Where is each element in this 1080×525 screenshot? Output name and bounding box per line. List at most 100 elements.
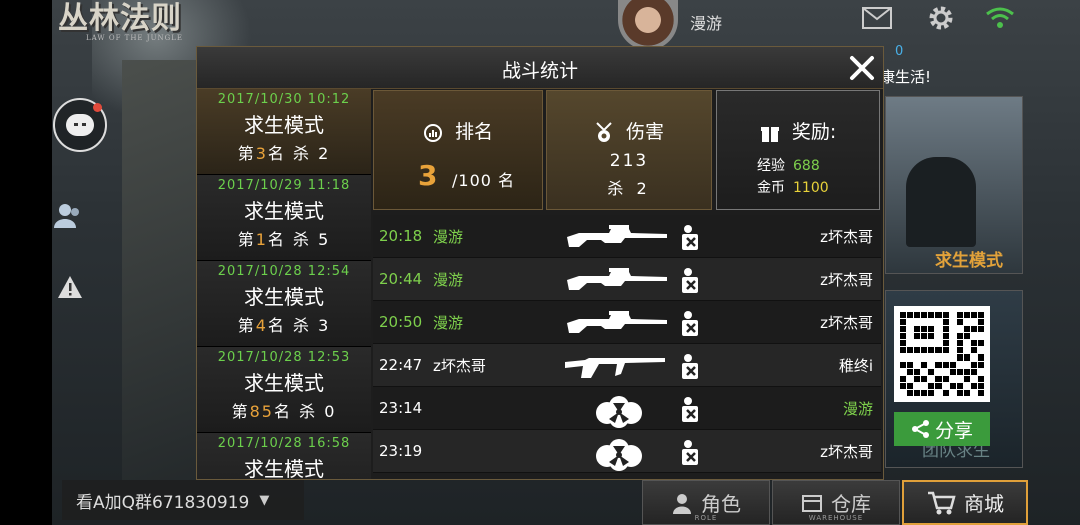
kill-log-row: 22:47 z坏杰哥 稚终i (373, 344, 881, 387)
alert-icon[interactable] (56, 274, 84, 302)
chat-button[interactable] (53, 98, 107, 152)
match-date: 2017/10/28 12:54 (217, 264, 351, 279)
poison-gas-icon (565, 395, 669, 428)
match-rank: 85 (249, 402, 274, 421)
kill-log-row: 20:44 漫游 z坏杰哥 (373, 258, 881, 301)
damage-label: 伤害 (626, 121, 665, 143)
gold-value: 1100 (793, 180, 829, 196)
nav-warehouse-button[interactable]: 仓库 WAREHOUSE (772, 480, 900, 525)
gift-icon (760, 126, 779, 142)
sniper-rifle-icon (565, 309, 669, 337)
kill-log-row: 20:18 漫游 z坏杰哥 (373, 215, 881, 258)
chevron-down-icon[interactable]: ▼ (259, 493, 269, 508)
rank-suffix: 名 (267, 230, 286, 249)
close-icon[interactable] (847, 53, 877, 83)
rank-prefix: 第 (237, 144, 256, 163)
match-list-item[interactable]: 2017/10/28 12:53 求生模式第85名 杀 0 (197, 347, 371, 433)
share-icon (911, 420, 929, 438)
log-actor: 漫游 (433, 227, 464, 246)
assault-rifle-icon (565, 352, 669, 380)
nav-role-label: 角色 (701, 492, 741, 516)
mail-icon[interactable] (862, 7, 892, 29)
player-name: 漫游 (690, 14, 723, 33)
match-mode: 求生模式 (244, 113, 324, 137)
match-list-item[interactable]: 2017/10/28 12:54 求生模式第4名 杀 3 (197, 261, 371, 347)
kill-marker-icon (679, 396, 703, 424)
nav-role-sub: ROLE (694, 514, 718, 522)
log-time: 20:50 (379, 313, 423, 331)
kill-marker-icon (679, 439, 703, 467)
match-list-item[interactable]: 2017/10/29 11:18 求生模式 第1名 杀 5 (197, 175, 371, 261)
nav-warehouse-label: 仓库 (831, 492, 871, 516)
nav-role-button[interactable]: 角色 ROLE (642, 480, 770, 525)
match-mode: 求生模式 (244, 285, 324, 309)
modal-header: 战斗统计 (197, 47, 883, 89)
match-history-list[interactable]: 2017/10/30 10:12 求生模式 第3名 杀 2 2017/10/29 11… (197, 89, 371, 479)
soldier-silhouette (906, 157, 976, 247)
notification-dot (93, 103, 102, 112)
reward-label: 奖励: (791, 121, 837, 143)
battle-stats-modal: 战斗统计 2017/10/30 10:12 求生模式 第3名 杀 2 2017/10/… (196, 46, 884, 480)
log-victim: z坏杰哥 (820, 442, 873, 461)
exp-value: 688 (793, 158, 820, 174)
gear-icon[interactable] (928, 5, 954, 31)
match-list-item[interactable]: 2017/10/28 16:58 求生模式 (197, 433, 371, 479)
sniper-rifle-icon (565, 223, 669, 251)
log-victim: z坏杰哥 (820, 270, 873, 289)
match-date: 2017/10/28 16:58 (217, 436, 351, 451)
log-victim: z坏杰哥 (820, 313, 873, 332)
match-mode: 求生模式 (244, 199, 324, 223)
chat-input-bar[interactable]: 看A加Q群671830919 ▼ (62, 480, 304, 520)
damage-card: 伤害 213 杀 2 (546, 90, 712, 210)
kill-log-row: 20:50 漫游 z坏杰哥 (373, 301, 881, 344)
kill-log[interactable]: 20:18 漫游 z坏杰哥 20:44 漫游 z坏杰哥 20:50 漫游 z坏杰哥 22:47 z坏… (373, 215, 881, 479)
share-label: 分享 (934, 419, 973, 442)
game-logo: 丛林法则 LAW OF THE JUNGLE (58, 2, 233, 46)
kill-label: 杀 (299, 402, 318, 421)
match-list-item[interactable]: 2017/10/30 10:12 求生模式 第3名 杀 2 (197, 89, 371, 175)
match-stats: 第3名 杀 2 (197, 140, 371, 164)
gold-line: 金币 1100 (757, 177, 829, 197)
log-victim: 稚终i (838, 356, 873, 375)
match-rank: 1 (255, 230, 268, 249)
match-kills: 5 (318, 230, 331, 249)
kill-label: 杀 (293, 230, 312, 249)
log-time: 22:47 (379, 356, 423, 374)
log-actor: 漫游 (433, 270, 464, 289)
nav-warehouse-sub: WAREHOUSE (808, 514, 864, 522)
sniper-rifle-icon (565, 266, 669, 294)
survival-mode-label: 求生模式 (935, 251, 1003, 271)
log-time: 23:19 (379, 442, 423, 460)
damage-value: 213 (609, 151, 649, 171)
log-time: 23:14 (379, 399, 423, 417)
rank-prefix: 第 (237, 230, 256, 249)
friends-icon[interactable] (54, 200, 84, 230)
match-mode: 求生模式 (244, 371, 324, 395)
match-rank: 3 (255, 144, 268, 163)
kill-label: 杀 (293, 316, 312, 335)
kill-marker-icon (679, 353, 703, 381)
rank-suffix: 名 (267, 316, 286, 335)
nav-shop-button[interactable]: 商城 (902, 480, 1028, 525)
rank-value: 3 (418, 159, 438, 192)
share-button[interactable]: 分享 (894, 412, 990, 446)
rank-label: 排名 (455, 121, 494, 143)
chat-bubble-icon (66, 114, 94, 136)
banner-prefix: 0 (895, 44, 904, 59)
match-mode: 求生模式 (244, 457, 324, 479)
log-time: 20:44 (379, 270, 423, 288)
rank-prefix: 第 (231, 402, 250, 421)
match-kills: 3 (318, 316, 331, 335)
damage-kills: 杀 2 (607, 179, 651, 198)
match-kills: 0 (324, 402, 337, 421)
rank-total: /100 名 (452, 171, 516, 190)
match-date: 2017/10/28 12:53 (217, 350, 351, 365)
kill-label: 杀 (293, 144, 312, 163)
logo-sub: LAW OF THE JUNGLE (86, 34, 183, 42)
match-stats: 第1名 杀 5 (197, 226, 371, 250)
match-stats: 第4名 杀 3 (197, 312, 371, 336)
rank-suffix: 名 (267, 144, 286, 163)
kill-log-row: 23:19 z坏杰哥 (373, 430, 881, 473)
rank-suffix: 名 (273, 402, 292, 421)
reward-card: 奖励: 经验 688 金币 1100 (716, 90, 880, 210)
